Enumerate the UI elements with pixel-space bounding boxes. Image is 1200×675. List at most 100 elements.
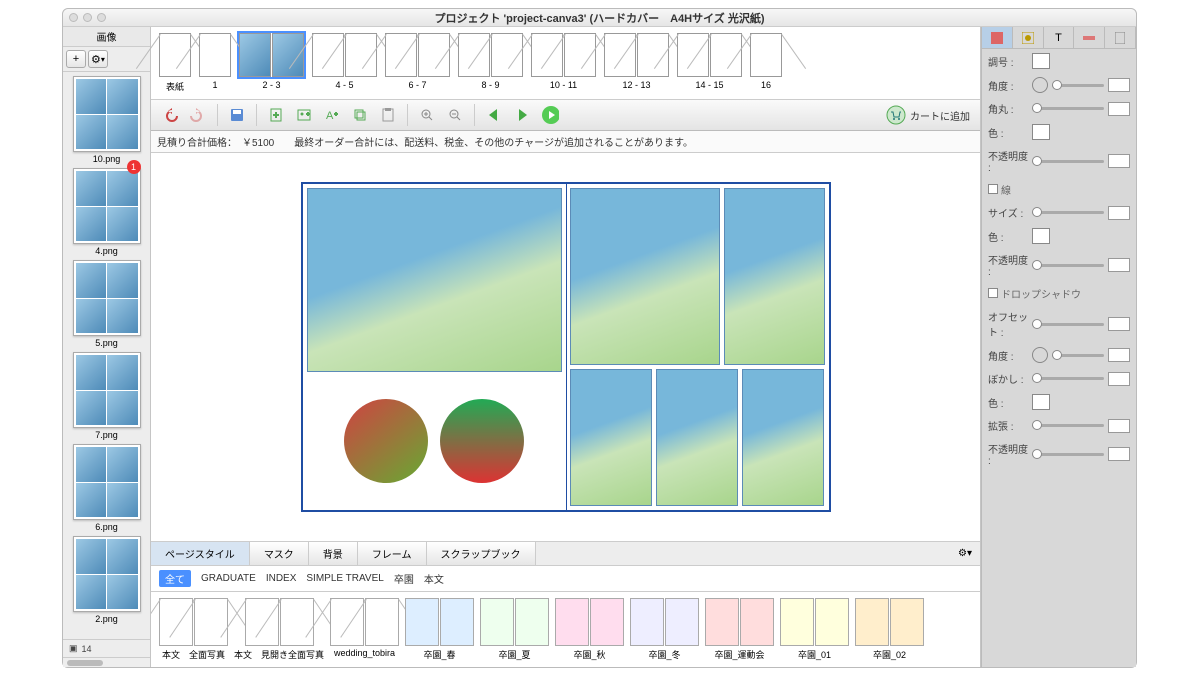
tab-options[interactable]: ⚙▾	[950, 544, 980, 563]
value-input[interactable]	[1108, 258, 1130, 272]
style-thumb[interactable]: 卒園_運動会	[705, 598, 774, 661]
filter-item[interactable]: 本文	[424, 571, 444, 586]
close-dot[interactable]	[69, 13, 78, 22]
cart-label[interactable]: カートに追加	[910, 108, 970, 123]
prop-tab-image[interactable]	[982, 27, 1013, 48]
add-image-icon[interactable]	[295, 106, 313, 124]
value-input[interactable]	[1108, 102, 1130, 116]
slider[interactable]	[1032, 107, 1104, 110]
tab-background[interactable]: 背景	[309, 542, 358, 565]
next-page-icon[interactable]	[513, 106, 531, 124]
zoom-out-icon[interactable]	[446, 106, 464, 124]
page-spread[interactable]	[301, 182, 831, 512]
window-controls	[69, 13, 106, 22]
tab-mask[interactable]: マスク	[250, 542, 309, 565]
image-thumb[interactable]: 10.png	[73, 76, 141, 164]
page-thumb[interactable]: 表紙	[159, 33, 191, 93]
page-strip: 表紙12 - 34 - 56 - 78 - 910 - 1112 - 1314 …	[151, 27, 980, 100]
checkbox[interactable]	[988, 288, 998, 298]
prop-tab-page[interactable]	[1105, 27, 1136, 48]
style-list: 本文 全面写真本文 見開き全面写真wedding_tobira卒園_春卒園_夏卒…	[151, 592, 980, 667]
value-input[interactable]	[1108, 372, 1130, 386]
color-swatch[interactable]	[1032, 394, 1050, 410]
filter-all[interactable]: 全て	[159, 570, 191, 587]
add-page-icon[interactable]	[267, 106, 285, 124]
image-count: 14	[82, 644, 92, 654]
tab-scrapbook[interactable]: スクラップブック	[427, 542, 536, 565]
style-filters: 全て GRADUATE INDEX SIMPLE TRAVEL 卒園 本文	[151, 566, 980, 592]
slider[interactable]	[1032, 160, 1104, 163]
image-options-button[interactable]: ⚙▾	[88, 50, 108, 68]
value-input[interactable]	[1108, 206, 1130, 220]
image-thumb[interactable]: 7.png	[73, 352, 141, 440]
zoom-dot[interactable]	[97, 13, 106, 22]
save-icon[interactable]	[228, 106, 246, 124]
window-title: プロジェクト 'project-canva3' (ハードカバー A4Hサイズ 光…	[434, 10, 764, 26]
stroke-section: 線	[1001, 186, 1011, 197]
value-input[interactable]	[1108, 154, 1130, 168]
slider[interactable]	[1052, 354, 1104, 357]
angle-dial[interactable]	[1032, 347, 1048, 363]
checkbox[interactable]	[988, 184, 998, 194]
image-count-icon: ▣	[69, 643, 78, 654]
slider[interactable]	[1032, 264, 1104, 267]
slider[interactable]	[1052, 84, 1104, 87]
zoom-in-icon[interactable]	[418, 106, 436, 124]
style-thumb[interactable]: 本文 全面写真	[159, 598, 228, 661]
slider[interactable]	[1032, 453, 1104, 456]
properties-panel: T 調号 : 角度 : 角丸 : 色 : 不透明度 : 線 サイズ : 色 : …	[981, 27, 1136, 667]
editor-canvas[interactable]	[151, 153, 980, 541]
play-icon[interactable]	[541, 106, 559, 124]
color-swatch[interactable]	[1032, 228, 1050, 244]
prop-tab-text[interactable]: T	[1044, 27, 1075, 48]
style-thumb[interactable]: 卒園_冬	[630, 598, 699, 661]
style-thumb[interactable]: 卒園_秋	[555, 598, 624, 661]
sidebar-header: 画像	[63, 27, 150, 47]
value-input[interactable]	[1108, 348, 1130, 362]
filter-item[interactable]: INDEX	[266, 573, 297, 584]
image-thumb[interactable]: 5.png	[73, 260, 141, 348]
value-input[interactable]	[1108, 78, 1130, 92]
style-thumb[interactable]: wedding_tobira	[330, 598, 399, 661]
filter-item[interactable]: SIMPLE TRAVEL	[306, 573, 383, 584]
tab-frame[interactable]: フレーム	[358, 542, 427, 565]
image-thumb[interactable]: 6.png	[73, 444, 141, 532]
slider[interactable]	[1032, 377, 1104, 380]
style-thumb[interactable]: 卒園_01	[780, 598, 849, 661]
redo-icon[interactable]	[189, 106, 207, 124]
image-thumb[interactable]: 2.png	[73, 536, 141, 624]
prev-page-icon[interactable]	[485, 106, 503, 124]
center-area: 表紙12 - 34 - 56 - 78 - 910 - 1112 - 1314 …	[151, 27, 981, 667]
prop-tab-shape[interactable]	[1013, 27, 1044, 48]
prop-tab-color[interactable]	[1074, 27, 1105, 48]
slider[interactable]	[1032, 211, 1104, 214]
add-image-button[interactable]: +	[66, 50, 86, 68]
slider[interactable]	[1032, 424, 1104, 427]
image-sidebar: 画像 + ⚙▾ 10.png 14.png 5.png 7.png 6.png …	[63, 27, 151, 667]
style-thumb[interactable]: 卒園_02	[855, 598, 924, 661]
filter-item[interactable]: GRADUATE	[201, 573, 256, 584]
value-input[interactable]	[1108, 317, 1130, 331]
color-swatch[interactable]	[1032, 124, 1050, 140]
svg-text:A: A	[326, 110, 334, 122]
image-thumb[interactable]: 14.png	[73, 168, 141, 256]
copy-icon[interactable]	[351, 106, 369, 124]
slider[interactable]	[1032, 323, 1104, 326]
filter-item[interactable]: 卒園	[394, 571, 414, 586]
add-text-icon[interactable]: A	[323, 106, 341, 124]
value-input[interactable]	[1108, 447, 1130, 461]
cart-icon[interactable]	[886, 105, 906, 125]
tab-pagestyle[interactable]: ページスタイル	[151, 542, 250, 565]
angle-dial[interactable]	[1032, 77, 1048, 93]
color-swatch[interactable]	[1032, 53, 1050, 69]
page-thumb[interactable]: 16	[750, 33, 782, 90]
sidebar-scrollbar[interactable]	[63, 657, 150, 667]
price-info: 見積り合計価格： ￥5100 最終オーダー合計には、配送料、税金、その他のチャー…	[151, 131, 980, 153]
paste-icon[interactable]	[379, 106, 397, 124]
style-thumb[interactable]: 卒園_夏	[480, 598, 549, 661]
undo-icon[interactable]	[161, 106, 179, 124]
page-thumb[interactable]: 1	[199, 33, 231, 90]
min-dot[interactable]	[83, 13, 92, 22]
value-input[interactable]	[1108, 419, 1130, 433]
style-thumb[interactable]: 卒園_春	[405, 598, 474, 661]
